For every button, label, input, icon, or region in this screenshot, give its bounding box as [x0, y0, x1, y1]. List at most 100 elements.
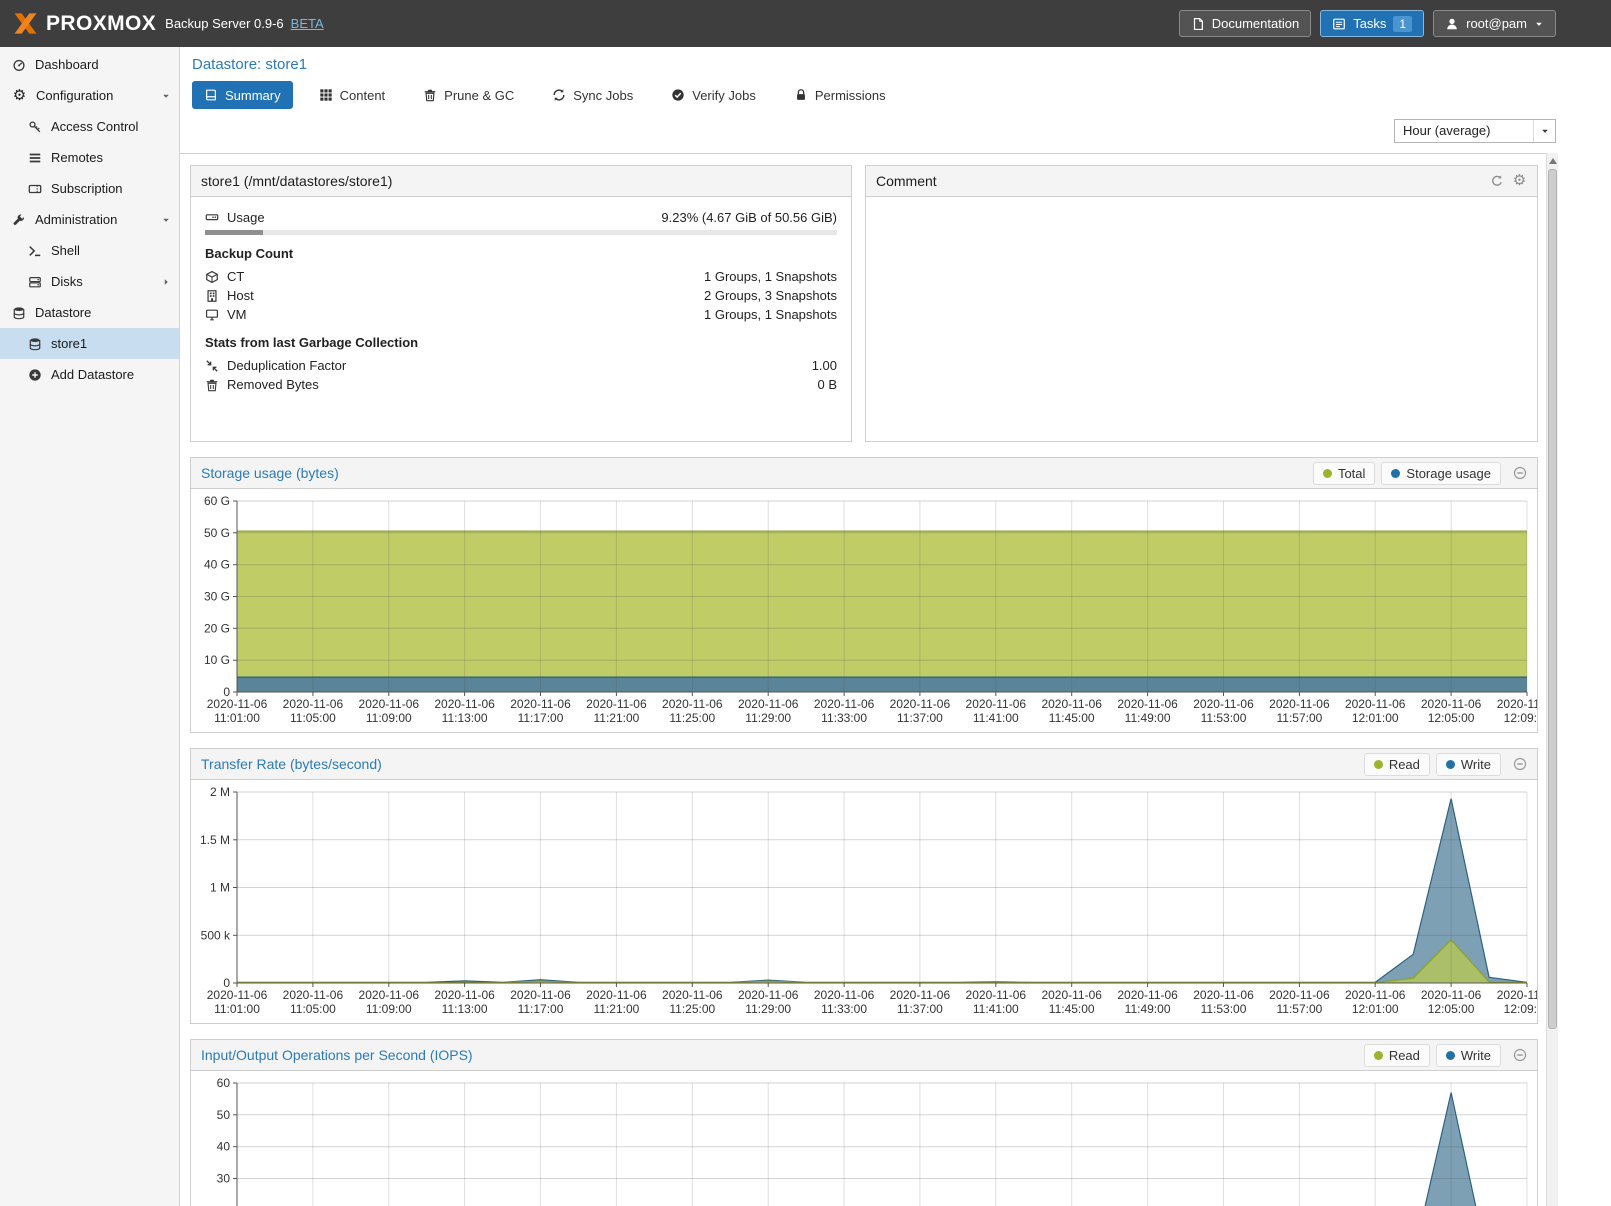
user-menu-button[interactable]: root@pam — [1433, 10, 1556, 37]
sidebar-item-label: Configuration — [36, 88, 113, 103]
sidebar-item-dashboard[interactable]: Dashboard — [0, 49, 179, 80]
gc-row-removed-bytes: Removed Bytes 0 B — [205, 375, 837, 394]
svg-text:11:17:00: 11:17:00 — [518, 1002, 564, 1016]
sidebar-item-subscription[interactable]: Subscription — [0, 173, 179, 204]
tab-label: Summary — [225, 88, 281, 103]
svg-text:11:13:00: 11:13:00 — [442, 711, 488, 725]
scroll-up-arrow-icon[interactable] — [1549, 158, 1557, 164]
sidebar-item-access-control[interactable]: Access Control — [0, 111, 179, 142]
svg-text:10 G: 10 G — [204, 653, 230, 667]
sidebar-item-store1[interactable]: store1 — [0, 328, 179, 359]
sidebar-item-configuration[interactable]: ⚙ Configuration — [0, 80, 179, 111]
legend-label: Read — [1389, 757, 1420, 772]
tab-verify-jobs[interactable]: Verify Jobs — [659, 81, 768, 109]
comment-body[interactable] — [866, 197, 1537, 215]
time-range-select[interactable]: Hour (average) — [1394, 119, 1556, 143]
comment-panel: Comment ⚙ — [865, 165, 1538, 442]
scrollbar-thumb[interactable] — [1548, 169, 1557, 1029]
tab-summary[interactable]: Summary — [192, 81, 293, 109]
sidebar-item-add-datastore[interactable]: Add Datastore — [0, 359, 179, 390]
caret-down-icon[interactable] — [161, 91, 171, 101]
svg-text:2020-11-06: 2020-11-06 — [814, 988, 875, 1002]
sidebar-item-shell[interactable]: Shell — [0, 235, 179, 266]
svg-text:2020-11-06: 2020-11-06 — [434, 988, 495, 1002]
legend-item-write[interactable]: Write — [1436, 1044, 1501, 1067]
row-label: Deduplication Factor — [227, 358, 346, 373]
sidebar: Dashboard ⚙ Configuration Access Control… — [0, 47, 180, 1206]
documentation-label: Documentation — [1212, 16, 1299, 31]
sidebar-item-label: Add Datastore — [51, 367, 134, 382]
ticket-icon — [28, 182, 42, 196]
collapse-minus-circle-icon[interactable] — [1513, 1048, 1527, 1062]
cube-icon — [205, 270, 219, 284]
sidebar-item-disks[interactable]: Disks — [0, 266, 179, 297]
svg-text:11:21:00: 11:21:00 — [593, 1002, 639, 1016]
tab-permissions[interactable]: Permissions — [782, 81, 898, 109]
chevron-down-icon — [1534, 19, 1544, 29]
svg-text:50 G: 50 G — [204, 526, 230, 540]
disks-icon — [28, 275, 42, 289]
svg-text:11:53:00: 11:53:00 — [1201, 1002, 1247, 1016]
svg-text:2020-11-06: 2020-11-06 — [1269, 697, 1330, 711]
svg-text:2020-11-06: 2020-11-06 — [207, 697, 268, 711]
tab-content[interactable]: Content — [307, 81, 398, 109]
svg-text:11:49:00: 11:49:00 — [1125, 1002, 1171, 1016]
product-subtitle: Backup Server 0.9-6 — [165, 16, 284, 31]
svg-text:11:49:00: 11:49:00 — [1125, 711, 1171, 725]
svg-text:11:13:00: 11:13:00 — [442, 1002, 488, 1016]
sidebar-item-datastore[interactable]: Datastore — [0, 297, 179, 328]
proxmox-x-logo-icon — [12, 10, 39, 37]
row-label: Removed Bytes — [227, 377, 319, 392]
svg-text:11:33:00: 11:33:00 — [821, 1002, 867, 1016]
usage-progress-fill — [205, 230, 263, 235]
legend-item-write[interactable]: Write — [1436, 753, 1501, 776]
svg-text:11:05:00: 11:05:00 — [290, 711, 336, 725]
svg-text:500 k: 500 k — [201, 928, 231, 942]
chart-title: Input/Output Operations per Second (IOPS… — [201, 1047, 473, 1063]
tab-sync-jobs[interactable]: Sync Jobs — [540, 81, 645, 109]
backup-count-heading: Backup Count — [205, 246, 837, 261]
legend-item-storage-usage[interactable]: Storage usage — [1381, 462, 1501, 485]
svg-text:2020-11-06: 2020-11-06 — [1117, 988, 1178, 1002]
legend-item-read[interactable]: Read — [1364, 753, 1430, 776]
svg-text:2020-11-06: 2020-11-06 — [814, 697, 875, 711]
svg-text:30: 30 — [217, 1172, 231, 1186]
list-icon — [28, 151, 42, 165]
tab-prune-gc[interactable]: Prune & GC — [411, 81, 526, 109]
usage-row: Usage 9.23% (4.67 GiB of 50.56 GiB) — [205, 206, 837, 228]
time-range-value: Hour (average) — [1403, 123, 1490, 138]
vertical-scrollbar[interactable] — [1546, 153, 1558, 1206]
documentation-button[interactable]: Documentation — [1179, 10, 1311, 37]
chart-title: Storage usage (bytes) — [201, 465, 339, 481]
legend-item-read[interactable]: Read — [1364, 1044, 1430, 1067]
svg-text:60 G: 60 G — [204, 494, 230, 508]
collapse-minus-circle-icon[interactable] — [1513, 466, 1527, 480]
user-label: root@pam — [1466, 16, 1527, 31]
svg-text:11:01:00: 11:01:00 — [214, 1002, 260, 1016]
sidebar-item-remotes[interactable]: Remotes — [0, 142, 179, 173]
svg-text:2020-11-06: 2020-11-06 — [1269, 988, 1330, 1002]
legend-item-total[interactable]: Total — [1313, 462, 1375, 485]
key-icon — [28, 120, 42, 134]
sidebar-item-administration[interactable]: Administration — [0, 204, 179, 235]
compress-arrows-icon — [205, 359, 219, 373]
svg-text:11:37:00: 11:37:00 — [897, 711, 943, 725]
caret-right-icon[interactable] — [161, 277, 171, 287]
row-label: VM — [227, 307, 247, 322]
circular-arrow-icon[interactable] — [1490, 174, 1504, 188]
collapse-minus-circle-icon[interactable] — [1513, 757, 1527, 771]
svg-text:2020-11-06: 2020-11-06 — [890, 697, 951, 711]
legend-dot — [1323, 469, 1332, 478]
svg-text:2020-11-06: 2020-11-06 — [662, 697, 723, 711]
svg-text:2020-11-06: 2020-11-06 — [434, 697, 495, 711]
svg-text:2020-11-06: 2020-11-06 — [1497, 988, 1537, 1002]
database-icon — [28, 337, 42, 351]
gear-icon[interactable]: ⚙ — [1512, 174, 1527, 188]
svg-text:11:09:00: 11:09:00 — [366, 711, 412, 725]
beta-link[interactable]: BETA — [291, 16, 324, 31]
tasks-button[interactable]: Tasks 1 — [1320, 10, 1424, 37]
caret-down-icon[interactable] — [161, 215, 171, 225]
datastore-info-panel: store1 (/mnt/datastores/store1) Usage 9.… — [190, 165, 852, 442]
row-value: 0 B — [817, 377, 837, 392]
svg-text:2020-11-06: 2020-11-06 — [586, 697, 647, 711]
